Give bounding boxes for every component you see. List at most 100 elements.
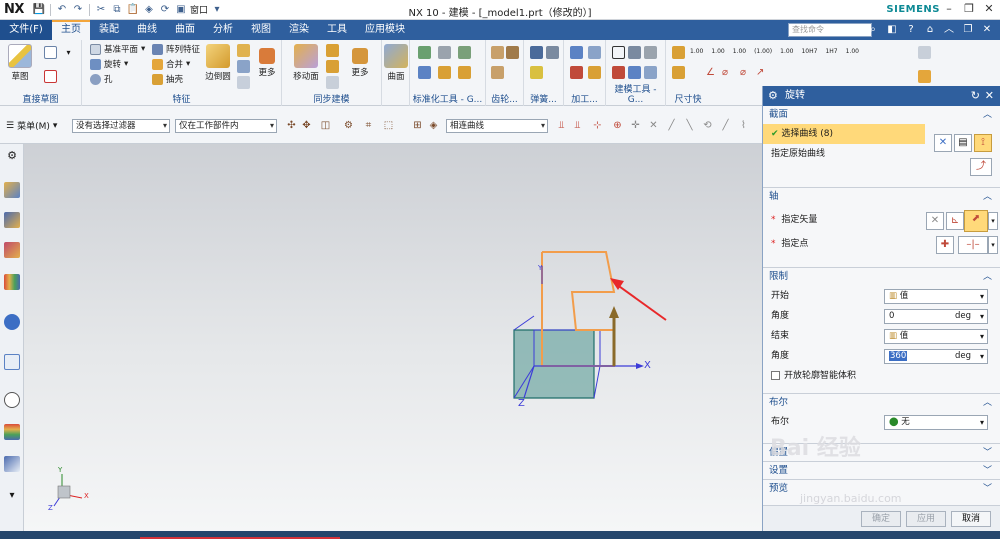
settings-gear-icon[interactable]: ⚙	[4, 148, 20, 164]
constraint-navigator-icon[interactable]	[4, 212, 20, 228]
std-pin-icon[interactable]	[418, 66, 431, 79]
machining-groove-icon[interactable]	[588, 66, 601, 79]
preview-group[interactable]: 预览 ﹀	[763, 480, 1000, 498]
select-region-icon[interactable]: ⬚	[383, 120, 394, 131]
select-feature-icon[interactable]: ✥	[301, 120, 312, 131]
close-icon[interactable]: ✕	[980, 23, 994, 37]
offset-group[interactable]: 偏置 ﹀	[763, 444, 1000, 462]
boolean-header[interactable]: 布尔 ︿	[763, 394, 1000, 412]
restore-icon[interactable]: ❐	[962, 2, 976, 16]
spring-compression-icon[interactable]	[530, 66, 543, 79]
machining-hole-icon[interactable]	[570, 46, 583, 59]
measure-icon[interactable]	[612, 66, 625, 79]
extrude-icon[interactable]	[237, 60, 250, 73]
delete-face-icon[interactable]	[326, 76, 339, 89]
feature-more-button[interactable]: 更多	[254, 44, 280, 78]
add-icon[interactable]	[918, 70, 931, 83]
std-nut-icon[interactable]	[438, 66, 451, 79]
vector-dropdown-icon[interactable]: ▾	[988, 212, 998, 230]
limits-header[interactable]: 限制 ︿	[763, 268, 1000, 286]
spring-extension-icon[interactable]	[546, 46, 559, 59]
triangle-icon[interactable]	[612, 46, 625, 59]
redo-icon[interactable]: ↷	[71, 3, 85, 17]
tab-curve[interactable]: 曲线	[128, 20, 166, 40]
tab-analysis[interactable]: 分析	[204, 20, 242, 40]
offset-header[interactable]: 偏置 ﹀	[763, 444, 1000, 462]
unite-button[interactable]: 合并 ▾	[152, 58, 190, 70]
spring-icon[interactable]	[530, 46, 543, 59]
rectangle-icon[interactable]	[44, 70, 57, 83]
start-type-select[interactable]: ▥ 值 ▾	[884, 289, 988, 304]
type-filter-select[interactable]: 没有选择过滤器	[72, 119, 170, 133]
settings-header[interactable]: 设置 ﹀	[763, 462, 1000, 480]
profile-icon[interactable]	[44, 46, 57, 59]
dimension-icon[interactable]	[672, 46, 685, 59]
inferred-vector-button[interactable]: ⊾	[946, 212, 964, 230]
existing-point-icon[interactable]: ⌇	[738, 120, 749, 131]
hole-button[interactable]: 孔	[90, 73, 113, 85]
minimize-icon[interactable]: –	[942, 2, 956, 16]
tol-label[interactable]: 1.00	[711, 48, 724, 55]
specify-origin-row[interactable]: 指定原始曲线	[763, 144, 1000, 164]
point-dropdown-icon[interactable]: ▾	[988, 236, 998, 254]
vector-type-button[interactable]: ⬈	[964, 210, 988, 232]
tab-view[interactable]: 视图	[242, 20, 280, 40]
part-navigator-icon[interactable]	[4, 242, 20, 258]
touch-mode-icon[interactable]: ◈	[142, 3, 156, 17]
assembly-navigator-icon[interactable]	[4, 182, 20, 198]
select-solid-icon[interactable]: ◈	[428, 120, 439, 131]
tol-label[interactable]: 1H7	[825, 48, 837, 55]
menu-button[interactable]: ☰ 菜单(M) ▾	[6, 119, 57, 133]
axis-header[interactable]: 轴 ︿	[763, 188, 1000, 206]
restore-icon[interactable]: ❐	[961, 23, 975, 37]
qat-customize-icon[interactable]: ▾	[210, 3, 224, 17]
start-angle-input[interactable]: 0 deg ▾	[884, 309, 988, 324]
tol-label[interactable]: (1.00)	[754, 48, 772, 55]
section-header[interactable]: 截面 ︿	[763, 106, 1000, 124]
revolve-button[interactable]: 旋转 ▾	[90, 58, 128, 70]
roles-icon[interactable]	[4, 456, 20, 472]
arc-center-icon[interactable]: ⟲	[702, 120, 713, 131]
home-icon[interactable]: ⌂	[923, 23, 937, 37]
tab-surface[interactable]: 曲面	[166, 20, 204, 40]
pmi-icon[interactable]	[672, 66, 685, 79]
tol-label[interactable]: 1.00	[690, 48, 703, 55]
paste-icon[interactable]: 📋	[126, 3, 140, 17]
selection-scope-select[interactable]: 仅在工作部件内	[175, 119, 277, 133]
help-icon[interactable]: ?	[904, 23, 918, 37]
surface-button[interactable]: 曲面	[380, 44, 412, 82]
search-icon[interactable]: ⌕	[866, 23, 880, 37]
repeat-command-icon[interactable]: ⟳	[158, 3, 172, 17]
thicken-icon[interactable]	[644, 66, 657, 79]
palette-icon[interactable]	[4, 424, 20, 440]
select-face-icon[interactable]: ◫	[320, 120, 331, 131]
select-edge-icon[interactable]: ⌗	[363, 120, 374, 131]
more-chevron-icon[interactable]: ▾	[62, 46, 75, 59]
std-part-icon[interactable]	[418, 46, 431, 59]
tab-render[interactable]: 渲染	[280, 20, 318, 40]
intersection-point-icon[interactable]: ╲	[684, 120, 695, 131]
mid-point-icon[interactable]: ✕	[648, 120, 659, 131]
section-icon[interactable]	[628, 66, 641, 79]
gear-icon[interactable]	[491, 46, 504, 59]
sketch-button[interactable]: 草图	[4, 44, 36, 82]
end-point-icon[interactable]: ✛	[630, 120, 641, 131]
point-type-button[interactable]: –|–	[958, 236, 988, 254]
collapse-ribbon-icon[interactable]: ︿	[942, 23, 956, 37]
history-icon[interactable]	[4, 354, 20, 370]
end-type-select[interactable]: ▥ 值 ▾	[884, 329, 988, 344]
offset-region-icon[interactable]	[326, 44, 339, 57]
chamfer-dim-icon[interactable]: ↗	[756, 66, 769, 79]
ok-button[interactable]: 确定	[861, 511, 901, 527]
command-search-input[interactable]: 查找命令	[788, 23, 872, 37]
control-point-icon[interactable]: ╱	[666, 120, 677, 131]
clock-icon[interactable]	[4, 392, 20, 408]
reset-icon[interactable]: ↻	[971, 86, 980, 106]
move-face-button[interactable]: 移动面	[290, 44, 322, 82]
std-washer-icon[interactable]	[458, 66, 471, 79]
snap-point-icon[interactable]: ⊕	[612, 120, 623, 131]
open-profile-checkbox[interactable]	[771, 371, 780, 380]
window-icon[interactable]: ▣	[174, 3, 188, 17]
reverse-curve-button[interactable]: ⤴	[970, 158, 992, 176]
select-curve-row[interactable]: ✔ 选择曲线 (8)	[763, 124, 925, 144]
